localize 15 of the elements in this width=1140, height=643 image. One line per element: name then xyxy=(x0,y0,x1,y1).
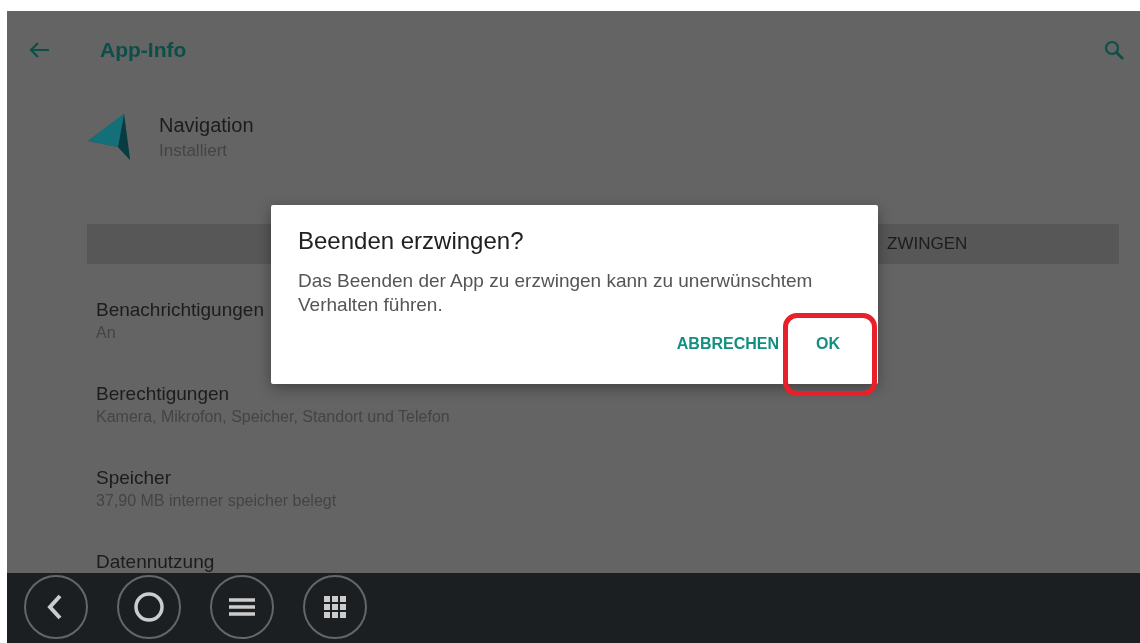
app-name: Navigation xyxy=(159,113,254,137)
app-grid-icon[interactable] xyxy=(303,575,367,639)
app-bar-title: App-Info xyxy=(100,38,188,62)
dialog-button[interactable]: OK xyxy=(802,327,854,361)
dialog-title: Beenden erzwingen? xyxy=(298,227,525,255)
navigation-arrow-icon xyxy=(88,114,130,160)
setting-title[interactable]: Datennutzung xyxy=(96,551,215,573)
setting-title[interactable]: Speicher xyxy=(96,467,171,489)
back-icon[interactable] xyxy=(24,575,88,639)
dialog-message: Das Beenden der App zu erzwingen kann zu unerwünschtem Verhalten führen. xyxy=(298,269,814,317)
setting-title[interactable]: Berechtigungen xyxy=(96,383,230,405)
setting-title[interactable]: Benachrichtigungen xyxy=(96,299,264,321)
home-icon[interactable] xyxy=(117,575,181,639)
dialog-button[interactable]: ABBRECHEN xyxy=(668,327,787,361)
menu-icon[interactable] xyxy=(210,575,274,639)
